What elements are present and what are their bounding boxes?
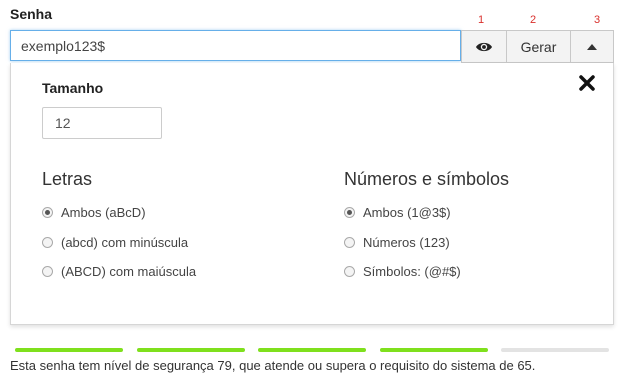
radio-button[interactable]: [344, 237, 355, 248]
strength-segment: [258, 348, 366, 352]
radio-button[interactable]: [344, 266, 355, 277]
size-label: Tamanho: [42, 80, 104, 96]
caret-up-icon: [587, 43, 597, 50]
strength-segment: [136, 348, 245, 352]
radio-label: Ambos (aBcD): [61, 205, 146, 220]
password-input-group: Gerar: [10, 30, 614, 63]
size-input[interactable]: [42, 107, 162, 139]
radio-numsym-numbers[interactable]: Números (123): [344, 235, 450, 250]
radio-label: Números (123): [363, 235, 450, 250]
radio-numsym-symbols[interactable]: Símbolos: (@#$): [344, 264, 461, 279]
numbers-symbols-title: Números e símbolos: [344, 169, 510, 189]
password-field-label: Senha: [10, 6, 53, 22]
radio-letters-lowercase[interactable]: (abcd) com minúscula: [42, 235, 188, 250]
close-icon[interactable]: [577, 73, 597, 93]
radio-button[interactable]: [42, 237, 53, 248]
radio-label: (abcd) com minúscula: [61, 235, 189, 250]
marker-1: 1: [478, 14, 485, 26]
marker-2: 2: [530, 14, 537, 26]
radio-button-checked[interactable]: [42, 207, 53, 218]
strength-segment: [379, 348, 488, 352]
radio-label: Símbolos: (@#$): [363, 264, 461, 279]
radio-label: (ABCD) com maiúscula: [61, 264, 197, 279]
generate-button[interactable]: Gerar: [507, 30, 571, 63]
radio-label: Ambos (1@3$): [363, 205, 451, 220]
toggle-options-button[interactable]: [571, 30, 614, 63]
letters-title: Letras: [42, 169, 93, 189]
password-input[interactable]: [10, 30, 461, 61]
radio-letters-both[interactable]: Ambos (aBcD): [42, 205, 146, 220]
radio-numsym-both[interactable]: Ambos (1@3$): [344, 205, 451, 220]
radio-button[interactable]: [42, 266, 53, 277]
show-password-button[interactable]: [461, 30, 507, 63]
eye-icon: [476, 42, 492, 51]
radio-letters-uppercase[interactable]: (ABCD) com maiúscula: [42, 264, 196, 279]
strength-segment: [15, 348, 123, 352]
strength-segment: [501, 348, 609, 352]
generator-options-panel: Tamanho Letras Ambos (aBcD) (abcd) com m…: [10, 63, 614, 325]
strength-message: Esta senha tem nível de segurança 79, qu…: [10, 358, 536, 373]
radio-button-checked[interactable]: [344, 207, 355, 218]
marker-3: 3: [594, 14, 601, 26]
